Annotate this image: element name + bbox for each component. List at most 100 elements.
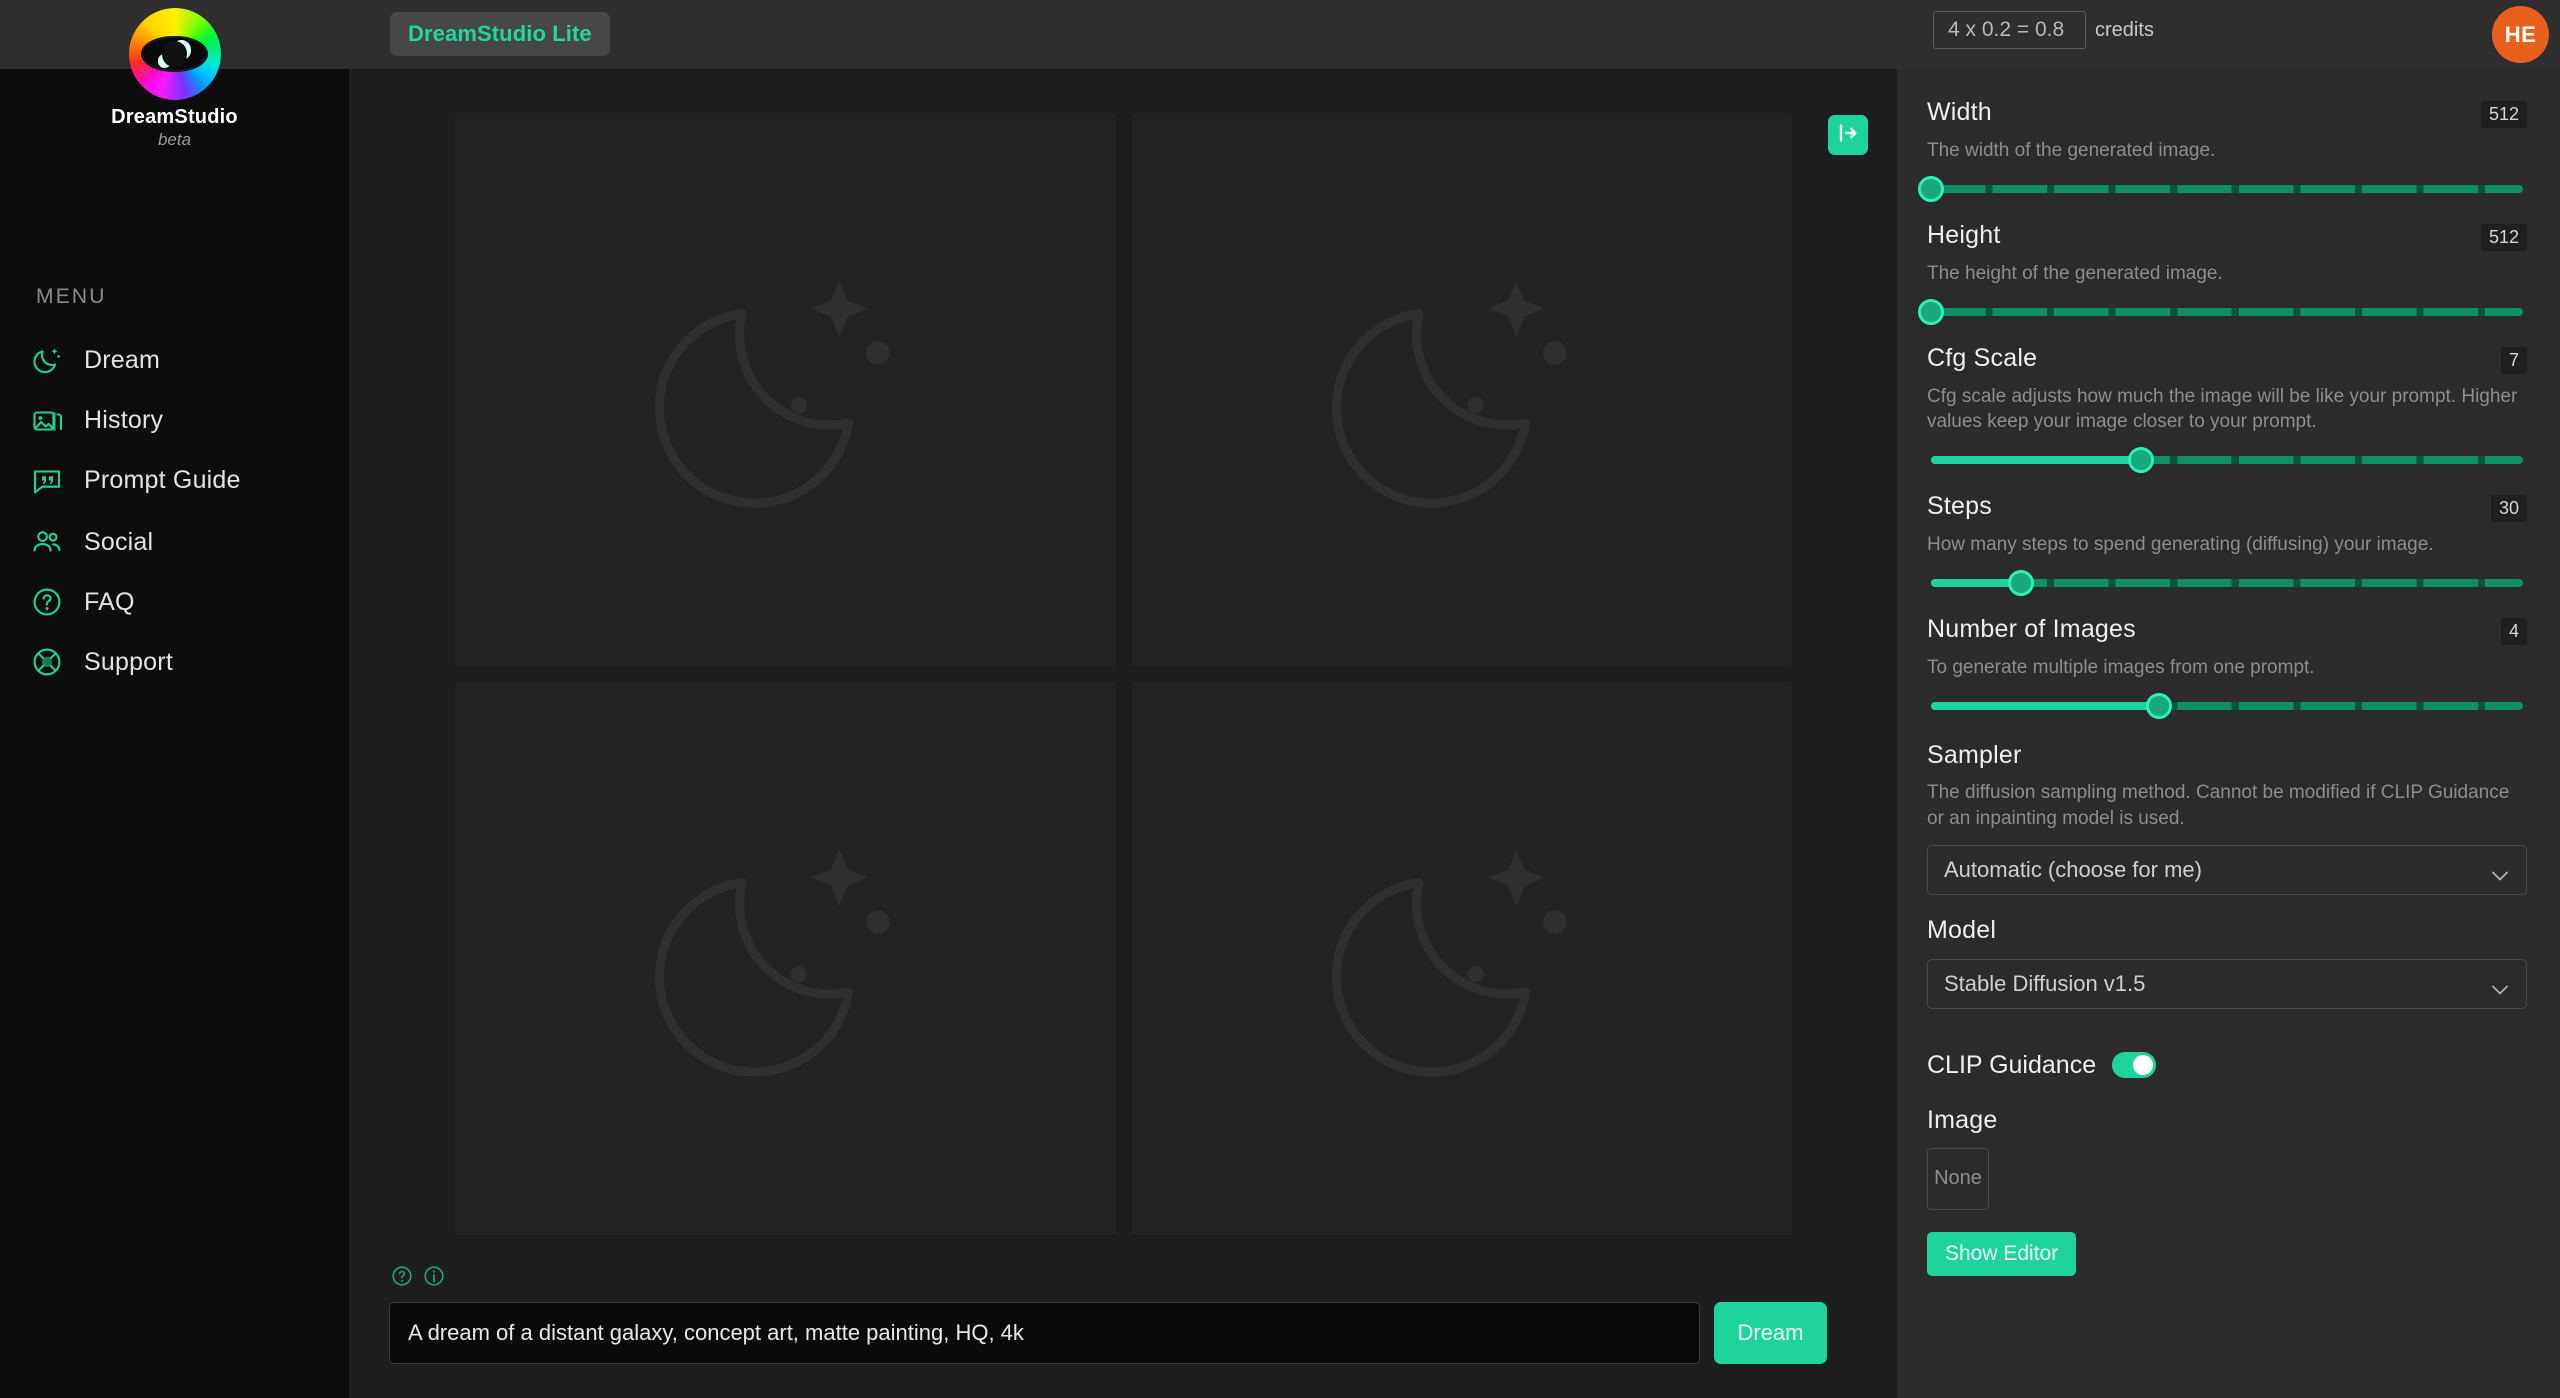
moon-stars-placeholder-icon	[1317, 242, 1607, 537]
setting-label: Model	[1927, 915, 1997, 944]
menu-section-title: MENU	[36, 285, 107, 308]
show-editor-button[interactable]: Show Editor	[1927, 1231, 2077, 1276]
dreamstudio-eye-logo-icon	[128, 8, 221, 100]
sidebar-item-faq[interactable]: FAQ	[0, 572, 349, 632]
sidebar-item-history[interactable]: History	[0, 390, 349, 450]
sidebar-menu: Dream History Prompt Guide Social FAQ Su…	[0, 330, 349, 692]
setting-steps: Steps 30 How many steps to spend generat…	[1927, 492, 2527, 597]
prompt-input-row: Dream	[389, 1302, 1889, 1364]
slider-fill	[1931, 456, 2141, 465]
panel-expand-right-icon	[1836, 121, 1860, 150]
result-tile[interactable]	[1131, 113, 1792, 666]
sidebar: DreamStudio beta MENU Dream History Prom…	[0, 0, 349, 1398]
sidebar-item-label: Dream	[84, 345, 161, 374]
moon-stars-placeholder-icon	[640, 242, 930, 537]
setting-number-of-images: Number of Images 4 To generate multiple …	[1927, 615, 2527, 720]
setting-description: How many steps to spend generating (diff…	[1927, 534, 2434, 556]
model-selected-value: Stable Diffusion v1.5	[1944, 970, 2146, 996]
setting-value-badge: 512	[2480, 224, 2527, 252]
settings-panel: Width 512 The width of the generated ima…	[1897, 69, 2560, 1398]
setting-header: Number of Images 4	[1927, 615, 2527, 646]
prompt-input[interactable]	[389, 1302, 1700, 1364]
slider-thumb[interactable]	[1918, 176, 1944, 203]
result-tile[interactable]	[455, 682, 1116, 1235]
slider-thumb[interactable]	[2128, 447, 2154, 474]
main-canvas	[349, 69, 1897, 1398]
setting-image: Image None	[1927, 1106, 2527, 1210]
sampler-selected-value: Automatic (choose for me)	[1944, 856, 2202, 882]
image-stack-icon	[30, 403, 64, 437]
number-of-images-slider[interactable]	[1927, 693, 2527, 720]
setting-label: Image	[1927, 1105, 1998, 1134]
setting-description: The diffusion sampling method. Cannot be…	[1927, 782, 2510, 829]
quote-bubble-icon	[30, 463, 64, 497]
credits-label: credits	[2095, 18, 2154, 41]
model-select[interactable]: Stable Diffusion v1.5	[1927, 958, 2527, 1009]
slider-thumb[interactable]	[1918, 299, 1944, 326]
slider-track	[1931, 185, 2523, 194]
sidebar-item-support[interactable]: Support	[0, 632, 349, 692]
top-header-bar: DreamStudio Lite 4 x 0.2 = 0.8 credits H…	[0, 0, 2560, 69]
sidebar-item-social[interactable]: Social	[0, 512, 349, 572]
credits-area: 4 x 0.2 = 0.8 credits	[1933, 11, 2154, 49]
sidebar-item-label: History	[84, 405, 164, 434]
sidebar-item-label: FAQ	[84, 587, 135, 616]
setting-value-badge: 4	[2500, 618, 2527, 646]
moon-stars-placeholder-icon	[640, 811, 930, 1106]
brand-block: DreamStudio beta	[0, 8, 349, 150]
setting-label: Cfg Scale	[1927, 344, 2038, 373]
setting-description: The width of the generated image.	[1927, 140, 2216, 161]
result-tile[interactable]	[455, 113, 1116, 666]
width-slider[interactable]	[1918, 176, 2527, 203]
panel-expand-button[interactable]	[1828, 115, 1868, 155]
sidebar-item-label: Support	[84, 647, 173, 676]
height-slider[interactable]	[1918, 299, 2527, 326]
moon-sparkle-icon	[30, 343, 64, 377]
avatar[interactable]: HE	[2492, 6, 2549, 63]
setting-description: To generate multiple images from one pro…	[1927, 657, 2315, 679]
setting-header: Width 512	[1927, 98, 2527, 128]
cfg-scale-slider[interactable]	[1927, 447, 2527, 474]
setting-clip-guidance: CLIP Guidance	[1927, 1051, 2527, 1080]
chevron-down-icon	[2490, 977, 2510, 1003]
sidebar-item-prompt-guide[interactable]: Prompt Guide	[0, 450, 349, 510]
people-icon	[30, 525, 64, 559]
info-circle-icon[interactable]	[423, 1265, 445, 1292]
dream-submit-button[interactable]: Dream	[1714, 1302, 1827, 1364]
steps-slider[interactable]	[1927, 570, 2527, 597]
slider-fill	[1931, 702, 2159, 711]
brand-name: DreamStudio	[111, 106, 238, 128]
clip-guidance-toggle[interactable]	[2112, 1052, 2157, 1079]
sidebar-item-label: Social	[84, 527, 154, 556]
setting-label: Sampler	[1927, 741, 2022, 770]
question-circle-icon[interactable]	[391, 1265, 413, 1292]
image-upload-box[interactable]: None	[1927, 1147, 1989, 1210]
brand-beta-label: beta	[157, 130, 192, 149]
chevron-down-icon	[2490, 863, 2510, 889]
setting-width: Width 512 The width of the generated ima…	[1918, 98, 2527, 203]
setting-label: Steps	[1927, 492, 1992, 521]
lifebuoy-icon	[30, 645, 64, 679]
setting-header: Cfg Scale 7	[1927, 344, 2527, 375]
image-results-grid	[455, 113, 1792, 1235]
result-tile[interactable]	[1131, 682, 1792, 1235]
setting-label: CLIP Guidance	[1927, 1050, 2097, 1079]
setting-model: Model Stable Diffusion v1.5	[1927, 916, 2527, 1009]
setting-label: Height	[1927, 221, 2001, 250]
slider-thumb[interactable]	[2008, 570, 2034, 597]
prompt-bar: Dream	[389, 1265, 1889, 1364]
setting-cfg-scale: Cfg Scale 7 Cfg scale adjusts how much t…	[1927, 344, 2527, 474]
slider-track	[1931, 308, 2523, 317]
dreamstudio-lite-badge[interactable]: DreamStudio Lite	[390, 12, 610, 56]
setting-header: Steps 30	[1927, 492, 2527, 523]
slider-thumb[interactable]	[2146, 693, 2172, 720]
sampler-select[interactable]: Automatic (choose for me)	[1927, 844, 2527, 895]
setting-description: Cfg scale adjusts how much the image wil…	[1927, 386, 2518, 433]
question-circle-icon	[30, 585, 64, 619]
prompt-help-icons	[389, 1265, 1889, 1292]
credits-cost-box: 4 x 0.2 = 0.8	[1933, 11, 2086, 49]
setting-value-badge: 30	[2490, 495, 2527, 523]
sidebar-item-dream[interactable]: Dream	[0, 330, 349, 390]
setting-value-badge: 7	[2500, 347, 2527, 375]
setting-header: Height 512	[1927, 221, 2527, 252]
